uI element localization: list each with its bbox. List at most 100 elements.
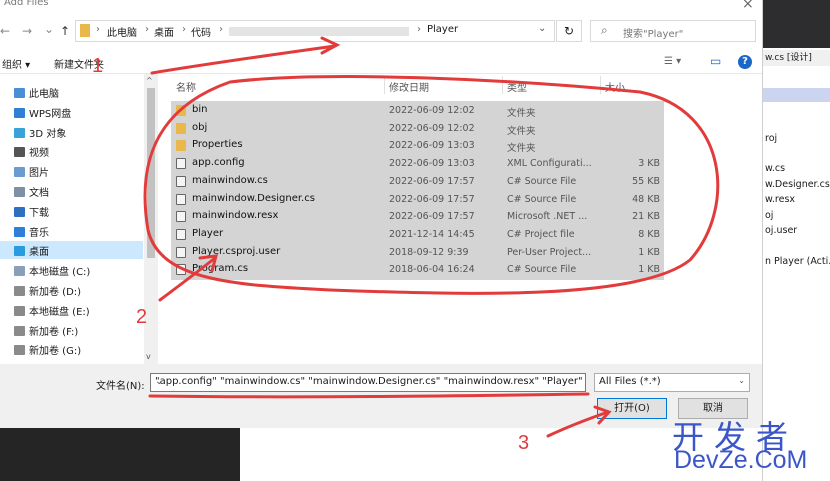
scroll-down-icon[interactable]: v (146, 352, 151, 361)
back-icon[interactable]: ← (0, 24, 10, 38)
music-icon (14, 226, 25, 237)
file-row[interactable]: Player.csproj.user 2018-09-12 9:39 Per-Use… (171, 244, 664, 261)
nav-item[interactable]: 文档 (14, 184, 49, 199)
computer-icon (14, 88, 25, 98)
file-row[interactable]: mainwindow.Designer.cs 2022-06-09 17:57 C#… (171, 191, 664, 208)
tree-item[interactable]: oj (765, 210, 773, 221)
recent-locations-icon[interactable]: ⌄ (44, 22, 54, 36)
tree-item[interactable]: w.resx (765, 194, 795, 205)
command-bar (0, 48, 762, 74)
file-type-value: All Files (*.*) (599, 376, 661, 387)
file-size: 55 KB (632, 175, 660, 187)
file-row[interactable]: Player 2021-12-14 14:45 C# Project file 8 K… (171, 226, 664, 243)
cs-file-icon (176, 193, 186, 205)
chevron-down-icon[interactable]: ⌄ (738, 376, 745, 385)
folder-icon (176, 122, 186, 134)
tree-item[interactable]: oj.user (765, 225, 797, 236)
breadcrumb-separator: › (96, 24, 100, 35)
file-name: obj (192, 121, 208, 133)
nav-item[interactable]: WPS网盘 (14, 105, 71, 120)
ide-toolbar (763, 0, 830, 48)
column-header-size[interactable]: 大小 (605, 79, 625, 94)
column-header-date[interactable]: 修改日期 (389, 79, 429, 94)
file-date: 2022-06-09 13:03 (389, 140, 475, 152)
nav-item[interactable]: 新加卷 (D:) (14, 283, 81, 298)
tree-item[interactable]: w.Designer.cs (765, 179, 830, 190)
close-icon[interactable]: × (742, 0, 754, 12)
nav-item[interactable]: 此电脑 (14, 85, 59, 100)
desktop-icon (14, 246, 25, 257)
file-row[interactable]: Properties 2022-06-09 13:03 文件夹 (171, 137, 664, 154)
nav-item-label: 此电脑 (29, 89, 59, 100)
nav-item[interactable]: 本地磁盘 (C:) (14, 263, 90, 278)
nav-item[interactable]: 下载 (14, 204, 49, 219)
breadcrumb-item[interactable]: 此电脑 (107, 24, 137, 39)
nav-item-label: 文档 (29, 188, 49, 199)
breadcrumb-current[interactable]: Player (427, 24, 458, 35)
file-row[interactable]: Program.cs 2018-06-04 16:24 C# Source File… (171, 261, 664, 278)
watermark-en: DevZe.CoM (674, 446, 808, 474)
nav-item[interactable]: 新加卷 (F:) (14, 323, 78, 338)
tree-item[interactable]: roj (765, 133, 777, 144)
file-name: app.config (192, 157, 245, 169)
designer-tab[interactable]: w.cs [设计] (763, 50, 830, 66)
filename-label: 文件名(N): (96, 381, 145, 392)
file-date: 2022-06-09 17:57 (389, 193, 475, 205)
folder-icon (176, 105, 186, 116)
preview-pane-icon[interactable]: ▭ (710, 54, 721, 68)
dialog-title: Add Files (4, 0, 49, 8)
nav-scroll-thumb[interactable] (147, 88, 155, 258)
breadcrumb-item[interactable]: 代码 (191, 24, 211, 39)
annotation-number-1: 1 (92, 55, 104, 77)
up-icon[interactable]: ↑ (60, 24, 70, 38)
nav-item[interactable]: 图片 (14, 164, 49, 179)
resx-file-icon (176, 211, 186, 223)
open-button[interactable]: 打开(O) (597, 398, 667, 419)
chevron-down-icon[interactable]: ⌄ (538, 23, 546, 34)
drive-icon (14, 305, 25, 316)
view-options-icon[interactable]: ☰ ▾ (664, 56, 681, 67)
solution-explorer-panel: w.cs [设计] roj w.cs w.Designer.cs w.resx … (762, 0, 830, 481)
document-icon (14, 187, 25, 197)
search-icon: ⌕ (601, 23, 608, 37)
file-type: XML Configurati... (507, 158, 592, 170)
nav-item-label: 新加卷 (G:) (29, 346, 82, 358)
nav-item[interactable]: 3D 对象 (14, 125, 66, 140)
drive-icon (14, 286, 25, 296)
file-date: 2018-06-04 16:24 (389, 264, 475, 276)
filename-input[interactable]: "app.config" "mainwindow.cs" "mainwindow… (150, 373, 586, 392)
file-row[interactable]: obj 2022-06-09 12:02 文件夹 (171, 120, 664, 137)
column-separator (502, 76, 503, 94)
search-input[interactable]: ⌕ 搜索"Player" (590, 20, 756, 42)
file-row[interactable]: app.config 2022-06-09 13:03 XML Configurat… (171, 155, 664, 172)
scroll-up-icon[interactable]: ^ (146, 76, 153, 85)
nav-item-label: 新加卷 (D:) (29, 287, 82, 298)
file-row[interactable]: mainwindow.cs 2022-06-09 17:57 C# Source F… (171, 173, 664, 190)
breadcrumb-item[interactable]: 桌面 (154, 24, 174, 39)
forward-icon[interactable]: → (22, 24, 32, 38)
organize-button[interactable]: 组织 ▾ (2, 56, 30, 71)
file-name: Player.csproj.user (192, 245, 281, 257)
file-row[interactable]: bin 2022-06-09 12:02 文件夹 (171, 102, 664, 119)
nav-item[interactable]: 桌面 (14, 243, 49, 258)
nav-item[interactable]: 视频 (14, 144, 49, 159)
nav-item[interactable]: 新加卷 (G:) (14, 342, 81, 357)
file-type: 文件夹 (507, 143, 536, 155)
nav-item[interactable]: 本地磁盘 (E:) (14, 303, 90, 318)
file-row[interactable]: mainwindow.resx 2022-06-09 17:57 Microsoft… (171, 208, 664, 225)
tree-item[interactable]: w.cs (765, 163, 785, 174)
column-header-name[interactable]: 名称 (176, 79, 196, 94)
refresh-button[interactable]: ↻ (556, 20, 582, 42)
tree-item[interactable]: n Player (Acti... (765, 256, 830, 267)
nav-item-label: 本地磁盘 (C:) (29, 267, 91, 279)
chevron-down-icon[interactable]: ⌄ (155, 376, 583, 387)
file-name: bin (192, 104, 208, 115)
column-header-type[interactable]: 类型 (507, 79, 527, 94)
help-icon[interactable]: ? (738, 55, 752, 69)
file-name: Properties (192, 139, 243, 151)
nav-item-label: 桌面 (29, 247, 49, 259)
nav-item-label: WPS网盘 (29, 108, 72, 120)
file-type-select[interactable]: All Files (*.*) ⌄ (594, 373, 750, 392)
address-bar[interactable]: › 此电脑 › 桌面 › 代码 › › Player ⌄ (75, 20, 555, 42)
nav-item[interactable]: 音乐 (14, 224, 49, 239)
